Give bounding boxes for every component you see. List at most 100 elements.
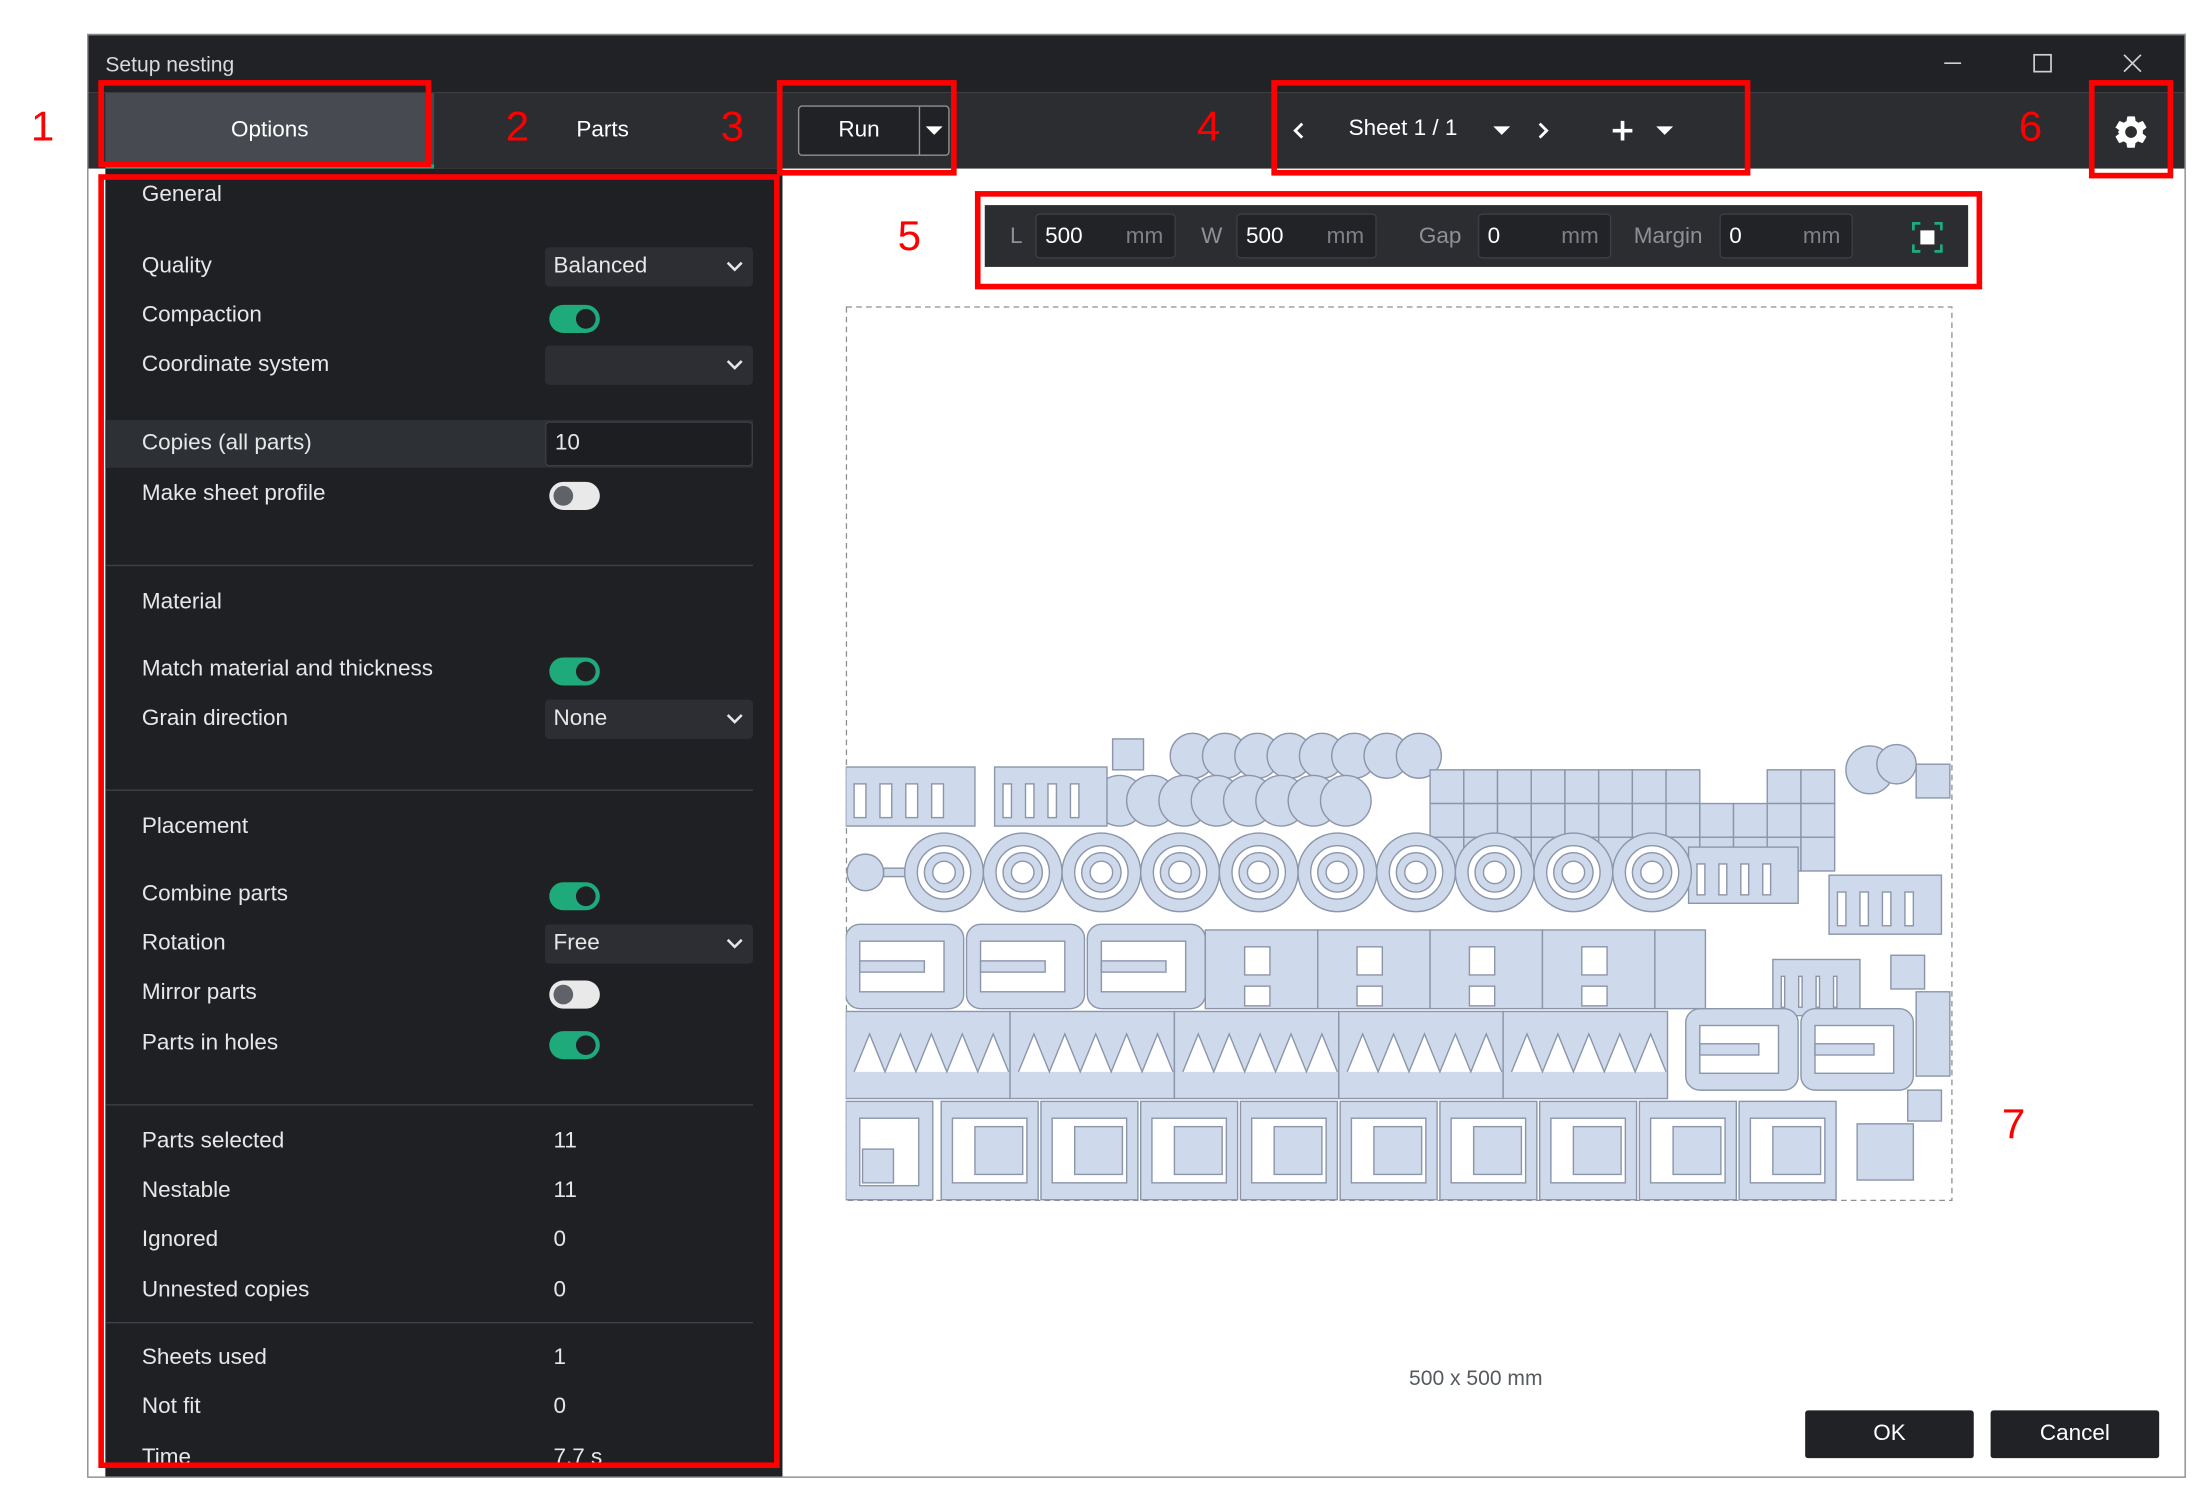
- nested-part: [1814, 1043, 1875, 1056]
- nested-part: [1173, 1125, 1223, 1176]
- callout-number: 1: [30, 103, 55, 151]
- nested-part: [1530, 802, 1566, 838]
- part-cutout: [1780, 975, 1786, 1008]
- nested-part: [1631, 769, 1667, 805]
- part-cutout: [1468, 946, 1496, 976]
- part-cutout: [1904, 891, 1915, 927]
- nested-part: [1766, 802, 1802, 838]
- nested-part: [1073, 1125, 1124, 1176]
- nested-part: [979, 960, 1046, 973]
- part-cutout: [1002, 783, 1013, 819]
- nested-part: [1890, 954, 1926, 990]
- part-cutout: [853, 783, 867, 819]
- window-title: Setup nesting: [105, 53, 235, 78]
- callout-box-options-panel: [98, 174, 780, 1469]
- nested-part: [1856, 1123, 1915, 1181]
- nested-part: [1915, 991, 1951, 1077]
- minimize-button[interactable]: [1925, 44, 1981, 83]
- callout-number: 2: [505, 103, 530, 151]
- nested-part: [1766, 769, 1802, 805]
- part-cutout: [879, 783, 893, 819]
- callout-number: 6: [2018, 103, 2043, 151]
- nested-part: [1907, 1089, 1943, 1122]
- nested-part: [846, 853, 885, 892]
- part-cutout: [1010, 860, 1035, 885]
- nested-part: [1564, 769, 1600, 805]
- nested-part: [1100, 960, 1167, 973]
- nested-part: [1429, 802, 1465, 838]
- part-cutout: [1640, 860, 1664, 885]
- part-cutout: [1836, 891, 1847, 927]
- nested-part: [1530, 769, 1566, 805]
- tab-parts-label: Parts: [576, 118, 629, 142]
- callout-number: 5: [897, 213, 922, 260]
- part-cutout: [1243, 946, 1271, 976]
- part-cutout: [1859, 891, 1870, 927]
- nested-part: [859, 960, 926, 973]
- nesting-canvas[interactable]: [845, 306, 1953, 1202]
- nested-part: [1597, 802, 1634, 838]
- nested-part: [1631, 802, 1667, 838]
- part-cutout: [1798, 975, 1803, 1008]
- nested-part: [1597, 769, 1634, 805]
- nested-part: [1496, 802, 1532, 838]
- part-cutout: [1168, 860, 1192, 885]
- part-cutout: [1468, 985, 1496, 1007]
- nested-part: [1463, 769, 1499, 805]
- part-cutout: [1581, 985, 1608, 1007]
- part-cutout: [1762, 863, 1772, 896]
- maximize-button[interactable]: [2014, 44, 2070, 83]
- part-cutout: [1482, 860, 1507, 885]
- nested-part: [1800, 836, 1836, 872]
- part-cutout: [1696, 863, 1706, 896]
- part-cutout: [1356, 985, 1384, 1007]
- nested-part: [1665, 769, 1701, 805]
- nested-part: [1572, 1125, 1622, 1176]
- part-cutout: [1069, 783, 1080, 819]
- nested-part: [1429, 769, 1465, 805]
- ok-button-label: OK: [1873, 1421, 1906, 1446]
- nested-part: [1111, 738, 1145, 771]
- nested-part: [1800, 769, 1836, 805]
- part-cutout: [1024, 783, 1035, 819]
- nested-part: [1915, 763, 1951, 799]
- nested-part: [1732, 802, 1768, 838]
- minimize-icon: [1944, 62, 1962, 65]
- nested-part: [974, 1125, 1024, 1176]
- nested-parts: [845, 732, 1951, 1201]
- part-cutout: [930, 783, 945, 819]
- ok-button[interactable]: OK: [1805, 1410, 1974, 1459]
- part-cutout: [932, 860, 956, 885]
- maximize-icon: [2033, 53, 2052, 73]
- nested-part: [1654, 929, 1707, 1010]
- part-cutout: [1815, 975, 1821, 1008]
- nested-part: [1463, 802, 1499, 838]
- part-cutout: [905, 783, 919, 819]
- nested-part: [1665, 802, 1701, 838]
- callout-box-run: [776, 80, 957, 176]
- part-cutout: [1881, 891, 1892, 927]
- part-cutout: [1404, 860, 1428, 885]
- part-cutout: [1246, 860, 1271, 885]
- part-cutout: [1740, 863, 1750, 896]
- part-cutout: [1047, 783, 1058, 819]
- cancel-button[interactable]: Cancel: [1990, 1410, 2160, 1459]
- nested-part: [1373, 1125, 1423, 1176]
- part-cutout: [1718, 863, 1728, 896]
- callout-number: 3: [720, 103, 745, 151]
- nested-part: [1564, 802, 1600, 838]
- nested-part: [1472, 1125, 1523, 1176]
- cancel-button-label: Cancel: [2039, 1421, 2110, 1446]
- nested-part: [1876, 743, 1917, 785]
- nested-part: [1699, 802, 1735, 838]
- part-cutout: [1325, 860, 1350, 885]
- callout-number: 7: [2001, 1101, 2026, 1148]
- nested-part: [861, 1148, 895, 1184]
- callout-box-options-tab: [98, 80, 432, 168]
- callout-box-sheet-dimensions: [974, 191, 1983, 290]
- part-cutout: [1832, 975, 1838, 1008]
- nested-part: [1496, 769, 1532, 805]
- close-button[interactable]: [2104, 44, 2160, 83]
- part-cutout: [1356, 946, 1384, 976]
- nested-part: [1699, 1043, 1760, 1056]
